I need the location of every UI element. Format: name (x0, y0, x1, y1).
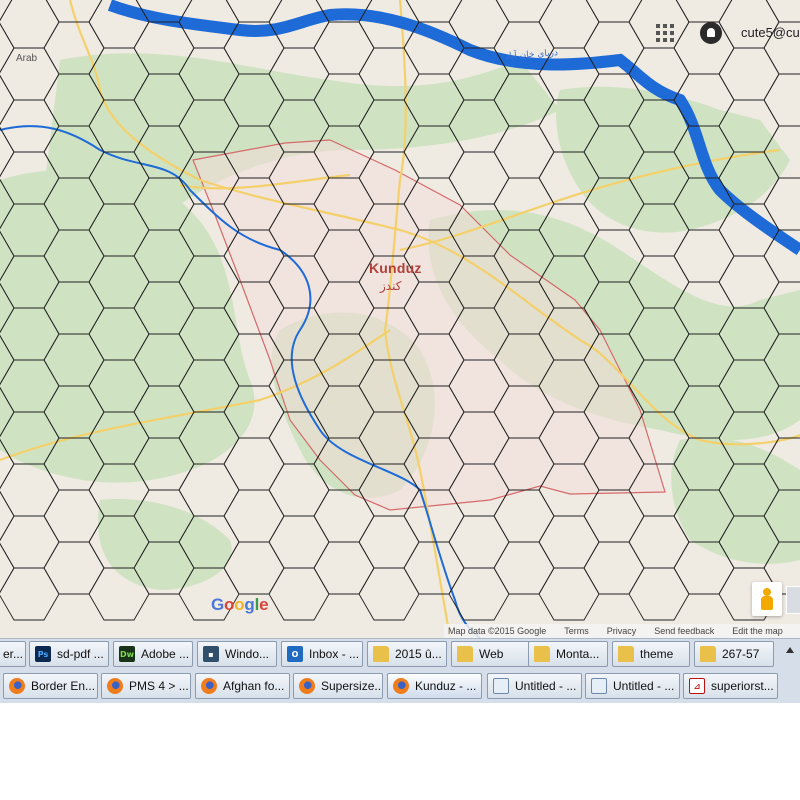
taskbar-row: Border En... PMS 4 > ... Afghan fo... Su… (0, 671, 800, 703)
taskbar-item[interactable]: Web (451, 641, 531, 667)
taskbar-item-label: Inbox - ... (309, 647, 360, 661)
street-view-pegman-icon[interactable] (752, 582, 782, 616)
taskbar-item[interactable]: Untitled - ... (487, 673, 582, 699)
taskbar-item-label: Untitled - ... (515, 679, 577, 693)
map-canvas[interactable] (0, 0, 800, 638)
taskbar-item[interactable]: Supersize... (293, 673, 383, 699)
taskbar-item-label: Adobe ... (141, 647, 190, 661)
folder-icon (373, 646, 389, 662)
taskbar-item[interactable]: Ps sd-pdf ... (29, 641, 109, 667)
taskbar-item[interactable]: O Inbox - ... (281, 641, 363, 667)
logo-letter: g (244, 595, 255, 614)
dreamweaver-icon: Dw (119, 646, 135, 662)
taskbar-item[interactable]: Untitled - ... (585, 673, 680, 699)
taskbar-item[interactable]: Monta... (528, 641, 608, 667)
taskbar-row: er... Ps sd-pdf ... Dw Adobe ... ▪ Windo… (0, 639, 800, 671)
logo-letter: e (259, 595, 269, 614)
taskbar-item-active[interactable]: Kunduz - ... (387, 673, 482, 699)
folder-icon (700, 646, 716, 662)
taskbar-item-label: Web (479, 647, 504, 661)
outlook-icon: O (287, 646, 303, 662)
taskbar-item[interactable]: theme (612, 641, 690, 667)
firefox-icon (299, 678, 315, 694)
windows-taskbar: er... Ps sd-pdf ... Dw Adobe ... ▪ Windo… (0, 638, 800, 703)
firefox-icon (393, 678, 409, 694)
taskbar-item-label: sd-pdf ... (57, 647, 104, 661)
map-attribution: Map data ©2015 Google Terms Privacy Send… (444, 624, 800, 638)
edit-map-link[interactable]: Edit the map (728, 626, 787, 636)
taskbar-item-label: Border En... (31, 679, 96, 693)
logo-letter: o (224, 595, 235, 614)
apps-grid-icon[interactable] (656, 24, 676, 44)
logo-letter: G (211, 595, 225, 614)
folder-icon (534, 646, 550, 662)
taskbar-item[interactable]: ⊿ superiorst... (683, 673, 778, 699)
taskbar-item-label: superiorst... (711, 679, 774, 693)
city-label-native: کندز (380, 279, 402, 293)
taskbar-item-label: 2015 û... (395, 647, 442, 661)
taskbar-item[interactable]: 2015 û... (367, 641, 447, 667)
taskbar-item[interactable]: er... (0, 641, 26, 667)
taskbar-item[interactable]: PMS 4 > ... (101, 673, 191, 699)
taskbar-item[interactable]: Border En... (3, 673, 98, 699)
user-account-email[interactable]: cute5@cu (741, 25, 800, 40)
pdf-icon: ⊿ (689, 678, 705, 694)
taskbar-scroll-up-icon[interactable] (786, 647, 794, 653)
taskbar-item[interactable]: Dw Adobe ... (113, 641, 193, 667)
notepad-icon (591, 678, 607, 694)
map-data-text: Map data ©2015 Google (448, 626, 547, 636)
city-label[interactable]: Kunduz (369, 260, 422, 276)
firefox-icon (107, 678, 123, 694)
bell-icon[interactable] (700, 22, 722, 44)
place-label-arab: Arab (16, 53, 38, 64)
taskbar-item-label: theme (640, 647, 674, 661)
taskbar-item-label: 267-57 (722, 647, 760, 661)
firefox-icon (9, 678, 25, 694)
taskbar-item[interactable]: ▪ Windo... (197, 641, 277, 667)
notepad-icon (493, 678, 509, 694)
firefox-icon (201, 678, 217, 694)
photoshop-icon: Ps (35, 646, 51, 662)
folder-icon (618, 646, 634, 662)
taskbar-item-label: Monta... (556, 647, 600, 661)
google-logo: Google (211, 595, 269, 615)
send-feedback-link[interactable]: Send feedback (650, 626, 718, 636)
privacy-link[interactable]: Privacy (603, 626, 641, 636)
logo-letter: o (234, 595, 245, 614)
taskbar-item-label: PMS 4 > ... (129, 679, 189, 693)
hex-grid-below (0, 703, 800, 800)
taskbar-item[interactable]: Afghan fo... (195, 673, 290, 699)
taskbar-item-label: er... (3, 647, 24, 661)
taskbar-item-label: Afghan fo... (223, 679, 285, 693)
taskbar-item-label: Windo... (225, 647, 270, 661)
taskbar-item-label: Supersize... (321, 679, 383, 693)
folder-icon (457, 646, 473, 662)
map-view[interactable]: Arab Kunduz کندز دریای خان آباد Google c… (0, 0, 800, 638)
taskbar-item-label: Kunduz - ... (415, 679, 477, 693)
taskbar-item[interactable]: 267-57 (694, 641, 774, 667)
imagery-toggle[interactable] (786, 586, 800, 614)
taskbar-item-label: Untitled - ... (613, 679, 675, 693)
window-icon: ▪ (203, 646, 219, 662)
terms-link[interactable]: Terms (560, 626, 593, 636)
